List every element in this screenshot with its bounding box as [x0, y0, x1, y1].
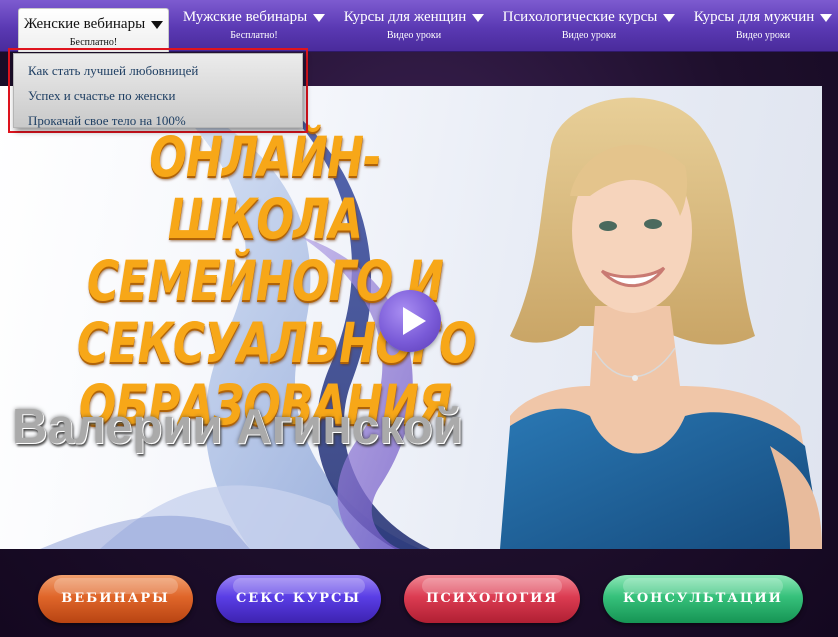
caret-down-icon [313, 14, 326, 22]
sex-courses-button[interactable]: СЕКС КУРСЫ [216, 575, 381, 623]
webinars-button[interactable]: ВЕБИНАРЫ [38, 575, 193, 623]
play-icon [403, 307, 426, 335]
nav-item-psychology-courses[interactable]: Психологические курсы Видео уроки [500, 0, 678, 52]
dropdown-item-body-100[interactable]: Прокачай свое тело на 100% [14, 108, 302, 133]
button-label: СЕКС КУРСЫ [235, 591, 362, 606]
hero-title: Онлайн-школа семейного и сексуального об… [77, 125, 477, 436]
nav-item-courses-men[interactable]: Курсы для мужчин Видео уроки [690, 0, 836, 52]
psychology-button[interactable]: ПСИХОЛОГИЯ [404, 575, 580, 623]
button-label: ВЕБИНАРЫ [61, 591, 170, 606]
presenter-name: Валерии Агинской [12, 400, 463, 454]
caret-down-icon [472, 14, 485, 22]
nav-item-label: Мужские вебинары [182, 8, 308, 25]
caret-down-icon [151, 21, 164, 29]
nav-item-sublabel: Видео уроки [735, 30, 791, 41]
caret-down-icon [820, 14, 833, 22]
womens-webinars-dropdown: Как стать лучшей любовницей Успех и счас… [8, 48, 308, 133]
presenter-photo [500, 97, 822, 549]
button-label: ПСИХОЛОГИЯ [426, 591, 558, 606]
nav-item-label: Курсы для женщин [343, 8, 467, 25]
dropdown-item-best-lover[interactable]: Как стать лучшей любовницей [14, 58, 302, 83]
nav-item-sublabel: Бесплатно! [230, 30, 278, 41]
nav-item-mens-webinars[interactable]: Мужские вебинары Бесплатно! [181, 0, 327, 52]
button-label: КОНСУЛЬТАЦИИ [623, 591, 783, 606]
dropdown-panel: Как стать лучшей любовницей Успех и счас… [13, 53, 303, 128]
nav-item-label: Курсы для мужчин [693, 8, 815, 25]
nav-item-label: Психологические курсы [502, 8, 658, 25]
nav-item-sublabel: Видео уроки [386, 30, 442, 41]
consultations-button[interactable]: КОНСУЛЬТАЦИИ [603, 575, 803, 623]
top-navigation: Женские вебинары Бесплатно! Мужские веби… [0, 0, 838, 52]
nav-item-womens-webinars[interactable]: Женские вебинары Бесплатно! [18, 8, 169, 52]
play-video-button[interactable] [379, 290, 441, 352]
dropdown-item-success-happiness[interactable]: Успех и счастье по женски [14, 83, 302, 108]
nav-item-label: Женские вебинары [23, 15, 146, 32]
nav-item-courses-women[interactable]: Курсы для женщин Видео уроки [340, 0, 488, 52]
caret-down-icon [663, 14, 676, 22]
nav-item-sublabel: Видео уроки [561, 30, 617, 41]
hero-title-line: Онлайн-школа [149, 125, 381, 251]
